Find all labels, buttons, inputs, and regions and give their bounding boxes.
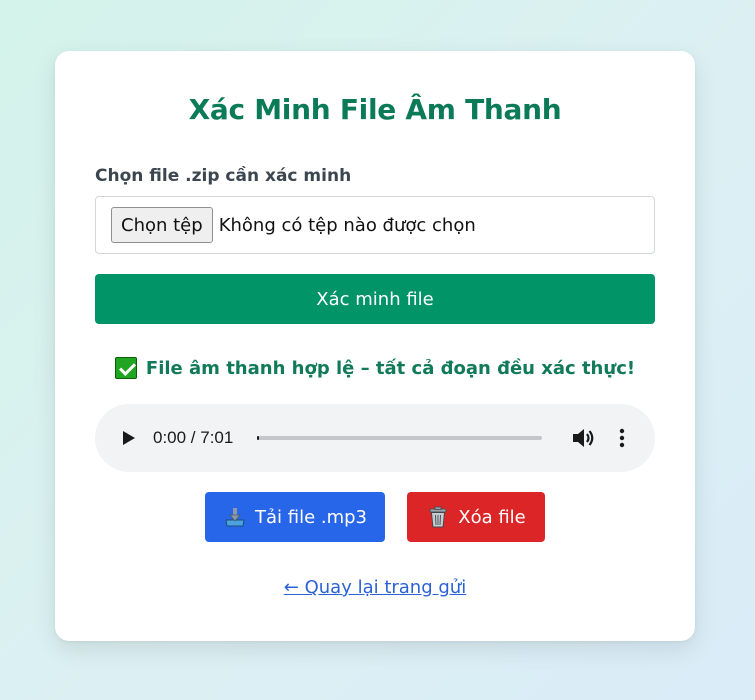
- trash-can-icon: [429, 506, 447, 528]
- more-options-icon[interactable]: [619, 428, 625, 448]
- file-actions: Tải file .mp3 Xóa file: [55, 492, 695, 542]
- page-title: Xác Minh File Âm Thanh: [188, 93, 562, 126]
- delete-label: Xóa file: [458, 506, 526, 528]
- audio-time-display: 0:00 / 7:01: [153, 428, 234, 447]
- verify-card: Xác Minh File Âm Thanh Chọn file .zip cầ…: [55, 51, 695, 641]
- back-to-submit-link[interactable]: ← Quay lại trang gửi: [55, 577, 695, 598]
- delete-file-button[interactable]: Xóa file: [407, 492, 545, 542]
- verify-file-button[interactable]: Xác minh file: [95, 274, 655, 324]
- result-message: File âm thanh hợp lệ – tất cả đoạn đều x…: [145, 357, 636, 379]
- verification-result: File âm thanh hợp lệ – tất cả đoạn đều x…: [55, 357, 695, 379]
- check-mark-icon: [114, 357, 137, 379]
- volume-icon[interactable]: [571, 427, 595, 449]
- download-label: Tải file .mp3: [254, 506, 368, 528]
- play-icon[interactable]: [123, 431, 135, 445]
- audio-progress-bar[interactable]: [257, 436, 542, 440]
- download-mp3-button[interactable]: Tải file .mp3: [205, 492, 385, 542]
- audio-player[interactable]: 0:00 / 7:01: [95, 404, 655, 472]
- choose-file-button[interactable]: Chọn tệp: [111, 207, 213, 243]
- download-tray-icon: [225, 508, 245, 527]
- zip-file-label: Chọn file .zip cần xác minh: [95, 166, 352, 186]
- audio-progress-fill: [257, 436, 259, 440]
- zip-file-input[interactable]: Chọn tệp Không có tệp nào được chọn: [95, 196, 655, 254]
- no-file-chosen-text: Không có tệp nào được chọn: [218, 214, 476, 236]
